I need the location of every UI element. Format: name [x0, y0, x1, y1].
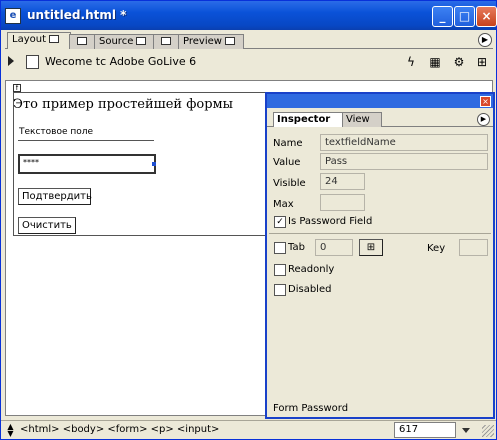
inspector-title-bar[interactable]: × — [267, 94, 493, 108]
page-icon — [26, 55, 39, 69]
tab-source[interactable]: Source — [94, 34, 154, 49]
resize-grip-icon[interactable] — [482, 425, 494, 437]
reset-button[interactable]: Очистить — [18, 217, 76, 234]
markup-tree-path[interactable]: <html> <body> <form> <p> <input> — [20, 424, 219, 435]
password-field-value: **** — [23, 158, 39, 167]
tab-frame-editor[interactable] — [69, 34, 95, 49]
value-label: Value — [273, 157, 301, 168]
chevron-down-icon[interactable] — [462, 428, 470, 433]
golive-document-icon: e — [5, 8, 21, 24]
name-field[interactable]: textfieldName — [320, 134, 488, 151]
divider — [269, 233, 491, 234]
minimize-button[interactable]: _ — [432, 6, 453, 27]
tab-source-label: Source — [99, 36, 134, 47]
inspector-tabs: Inspector View — [267, 111, 493, 127]
tab-outline[interactable] — [153, 34, 179, 49]
window-title: untitled.html * — [27, 8, 127, 22]
view-tabs: Layout Source Preview — [5, 32, 493, 49]
preview-view-icon — [224, 37, 235, 45]
frame-editor-icon — [77, 37, 87, 45]
name-label: Name — [273, 138, 303, 149]
tab-preview[interactable]: Preview — [178, 34, 244, 49]
main-window: e untitled.html * _ □ × Layout Source Pr… — [0, 0, 497, 440]
tab-inspector[interactable]: Inspector — [273, 112, 343, 127]
options-menu-icon[interactable]: ▶ — [478, 33, 492, 47]
split-arrows-icon[interactable]: ▲ ▼ — [5, 423, 16, 438]
tab-preview-label: Preview — [183, 36, 222, 47]
status-bar: ▲ ▼ <html> <body> <form> <p> <input> 617 — [1, 420, 496, 439]
maximize-button[interactable]: □ — [454, 6, 475, 27]
disabled-checkbox[interactable] — [274, 284, 286, 296]
layout-view-icon — [49, 35, 59, 43]
tab-index-button[interactable]: ⊞ — [359, 239, 383, 256]
max-field[interactable] — [320, 194, 365, 211]
disabled-checkbox-label: Disabled — [288, 284, 332, 295]
tab-layout[interactable]: Layout — [7, 32, 71, 49]
body-marker-icon[interactable]: f — [13, 84, 21, 92]
document-toolbar: Wecome tc Adobe GoLive 6 ϟ ▦ ⚙ ⊞ — [5, 51, 493, 73]
readonly-checkbox[interactable] — [274, 264, 286, 276]
inspector-footer: Form Password — [273, 403, 349, 414]
value-field[interactable]: Pass — [320, 153, 488, 170]
readonly-checkbox-label: Readonly — [288, 264, 335, 275]
password-checkbox-label: Is Password Field — [288, 216, 373, 227]
expand-head-icon[interactable] — [8, 56, 14, 66]
key-label: Key — [427, 243, 446, 254]
layout-icon[interactable]: ▦ — [427, 54, 443, 70]
tab-index-field[interactable]: 0 — [315, 239, 353, 256]
tab-layout-label: Layout — [12, 34, 46, 45]
window-size-select[interactable]: 617 — [394, 422, 456, 438]
key-field[interactable] — [459, 239, 488, 256]
visible-label: Visible — [273, 178, 306, 189]
password-field[interactable]: **** — [18, 154, 156, 174]
inspector-palette: × Inspector View ▶ Name textfieldName Va… — [265, 92, 495, 419]
tab-checkbox-label: Tab — [288, 242, 305, 253]
password-checkbox[interactable]: ✓ — [274, 216, 286, 228]
visible-field[interactable]: 24 — [320, 173, 365, 190]
tab-checkbox[interactable] — [274, 242, 286, 254]
close-button[interactable]: × — [476, 6, 497, 27]
max-label: Max — [273, 199, 294, 210]
gear-icon[interactable]: ⚙ — [451, 54, 467, 70]
lightning-icon[interactable]: ϟ — [403, 54, 419, 70]
inspector-menu-icon[interactable]: ▶ — [477, 113, 490, 126]
inspector-close-button[interactable]: × — [480, 96, 491, 107]
source-view-icon — [136, 37, 147, 45]
form-heading: Это пример простейшей формы — [13, 97, 234, 112]
page-title[interactable]: Wecome tc Adobe GoLive 6 — [45, 55, 196, 68]
submit-button[interactable]: Подтвердить — [18, 188, 92, 205]
tab-view[interactable]: View — [342, 112, 382, 127]
selection-handle[interactable] — [152, 162, 156, 166]
title-bar[interactable]: e untitled.html * _ □ × — [1, 1, 497, 30]
tree-icon[interactable]: ⊞ — [474, 54, 490, 70]
text-field[interactable]: Текстовое поле — [18, 125, 154, 141]
outline-view-icon — [161, 37, 171, 45]
